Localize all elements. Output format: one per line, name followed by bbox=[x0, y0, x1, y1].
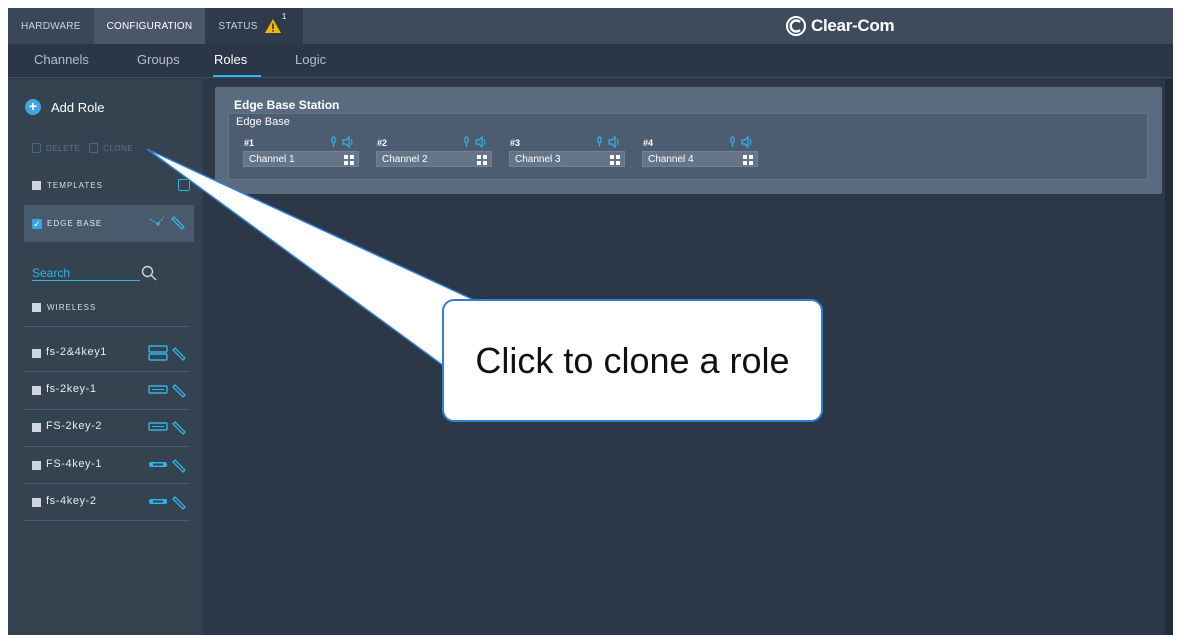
trash-icon bbox=[32, 143, 41, 153]
grid-icon[interactable] bbox=[477, 155, 487, 165]
tab-status-label: STATUS bbox=[218, 20, 258, 32]
role-checkbox[interactable] bbox=[32, 386, 41, 395]
wireless-toggle[interactable]: WIRELESS bbox=[32, 303, 96, 312]
channel-assignment[interactable]: Channel 1 bbox=[243, 151, 359, 167]
templates-checkbox[interactable] bbox=[32, 181, 41, 190]
tab-configuration[interactable]: CONFIGURATION bbox=[93, 8, 206, 44]
edit-icon[interactable] bbox=[172, 457, 188, 473]
role-name: fs-2key-1 bbox=[46, 383, 97, 395]
callout-box: Click to clone a role bbox=[442, 299, 823, 422]
mic-speaker-icon[interactable] bbox=[462, 136, 488, 148]
subtab-groups[interactable]: Groups bbox=[137, 52, 180, 67]
add-role-button[interactable]: + Add Role bbox=[25, 99, 104, 115]
role-name: FS-4key-1 bbox=[46, 458, 103, 470]
tab-hardware-label: HARDWARE bbox=[21, 20, 81, 32]
mic-speaker-icon[interactable] bbox=[329, 136, 355, 148]
edit-icon[interactable] bbox=[172, 382, 188, 398]
tab-configuration-label: CONFIGURATION bbox=[106, 20, 193, 32]
clearcom-logo-icon bbox=[786, 16, 806, 36]
role-item[interactable]: fs-2key-1 bbox=[32, 372, 192, 409]
channel-number: #1 bbox=[244, 138, 255, 148]
divider bbox=[24, 326, 190, 327]
role-item-edge-base[interactable]: ✓ EDGE BASE bbox=[24, 205, 194, 242]
edge-base-label: EDGE BASE bbox=[47, 219, 103, 228]
divider bbox=[24, 520, 190, 521]
vertical-scrollbar[interactable] bbox=[1165, 79, 1173, 635]
subtab-logic[interactable]: Logic bbox=[295, 52, 326, 67]
top-nav-filler bbox=[303, 8, 1173, 44]
channel-assignment[interactable]: Channel 4 bbox=[642, 151, 758, 167]
grid-icon[interactable] bbox=[344, 155, 354, 165]
card-title: Edge Base Station bbox=[234, 98, 340, 112]
role-checkbox[interactable] bbox=[32, 349, 41, 358]
role-checkbox[interactable] bbox=[32, 423, 41, 432]
beltpack-icon bbox=[148, 422, 168, 431]
channel-label: Channel 4 bbox=[648, 154, 694, 165]
subtab-roles[interactable]: Roles bbox=[214, 52, 247, 67]
warning-count: 1 bbox=[281, 12, 287, 21]
clone-icon bbox=[89, 143, 99, 153]
active-tab-underline bbox=[213, 75, 261, 77]
channel-assignment[interactable]: Channel 3 bbox=[509, 151, 625, 167]
beltpack-icon bbox=[148, 385, 168, 394]
beltpack-icon bbox=[149, 499, 167, 504]
search-input[interactable]: Search bbox=[32, 266, 70, 280]
beltpack-icon bbox=[149, 462, 167, 467]
sub-nav: Channels Groups Roles Logic bbox=[8, 44, 1173, 78]
top-nav: HARDWARE CONFIGURATION STATUS 1 bbox=[8, 8, 1173, 44]
panel-title: Edge Base bbox=[236, 116, 290, 128]
edit-icon[interactable] bbox=[172, 419, 188, 435]
mic-speaker-icon[interactable] bbox=[728, 136, 754, 148]
channel-label: Channel 2 bbox=[382, 154, 428, 165]
edit-icon[interactable] bbox=[172, 345, 188, 361]
edit-icon[interactable] bbox=[171, 214, 187, 230]
grid-icon[interactable] bbox=[610, 155, 620, 165]
role-name: fs-2&4key1 bbox=[46, 346, 108, 358]
callout-text: Click to clone a role bbox=[475, 339, 790, 381]
channel-number: #3 bbox=[510, 138, 521, 148]
search-icon[interactable] bbox=[141, 265, 157, 281]
plus-circle-icon: + bbox=[25, 99, 41, 115]
roles-sidebar: + Add Role DELETE CLONE TEMPLATES ✓ EDGE… bbox=[8, 79, 203, 635]
add-role-label: Add Role bbox=[51, 99, 105, 115]
role-item[interactable]: fs-2&4key1 bbox=[32, 335, 192, 372]
edge-base-checkbox[interactable]: ✓ bbox=[32, 219, 42, 229]
brand-name: Clear-Com bbox=[811, 16, 895, 35]
channel-label: Channel 3 bbox=[515, 154, 561, 165]
role-card[interactable]: Edge Base Station Edge Base #1 Channel 1… bbox=[215, 87, 1162, 194]
warning-icon: 1 bbox=[264, 12, 286, 34]
role-checkbox[interactable] bbox=[32, 498, 41, 507]
channel-assignment[interactable]: Channel 2 bbox=[376, 151, 492, 167]
edit-icon[interactable] bbox=[172, 494, 188, 510]
mic-speaker-icon[interactable] bbox=[595, 136, 621, 148]
wireless-checkbox[interactable] bbox=[32, 303, 41, 312]
channel-number: #4 bbox=[643, 138, 654, 148]
template-icon[interactable] bbox=[178, 179, 190, 191]
delete-button[interactable]: DELETE bbox=[46, 144, 80, 153]
subtab-channels[interactable]: Channels bbox=[34, 52, 89, 67]
channel-number: #2 bbox=[377, 138, 388, 148]
role-item[interactable]: FS-2key-2 bbox=[32, 409, 192, 446]
clone-button[interactable]: CLONE bbox=[103, 144, 133, 153]
role-name: fs-4key-2 bbox=[46, 495, 97, 507]
beltpack-icon bbox=[148, 345, 168, 361]
role-name: FS-2key-2 bbox=[46, 420, 103, 432]
brand-logo: Clear-Com bbox=[786, 13, 895, 39]
link-icon[interactable] bbox=[148, 215, 166, 229]
search-underline bbox=[32, 280, 140, 281]
tab-status[interactable]: STATUS 1 bbox=[205, 8, 304, 44]
grid-icon[interactable] bbox=[743, 155, 753, 165]
templates-label: TEMPLATES bbox=[47, 181, 103, 190]
templates-toggle[interactable]: TEMPLATES bbox=[32, 181, 103, 190]
role-item[interactable]: fs-4key-2 bbox=[32, 484, 192, 521]
channel-label: Channel 1 bbox=[249, 154, 295, 165]
tab-hardware[interactable]: HARDWARE bbox=[8, 8, 94, 44]
role-checkbox[interactable] bbox=[32, 461, 41, 470]
wireless-label: WIRELESS bbox=[47, 303, 97, 312]
role-item[interactable]: FS-4key-1 bbox=[32, 447, 192, 484]
delete-clone-bar: DELETE CLONE bbox=[32, 143, 133, 153]
role-panel: Edge Base #1 Channel 1 #2 Channel 2 #3 C… bbox=[228, 113, 1148, 180]
